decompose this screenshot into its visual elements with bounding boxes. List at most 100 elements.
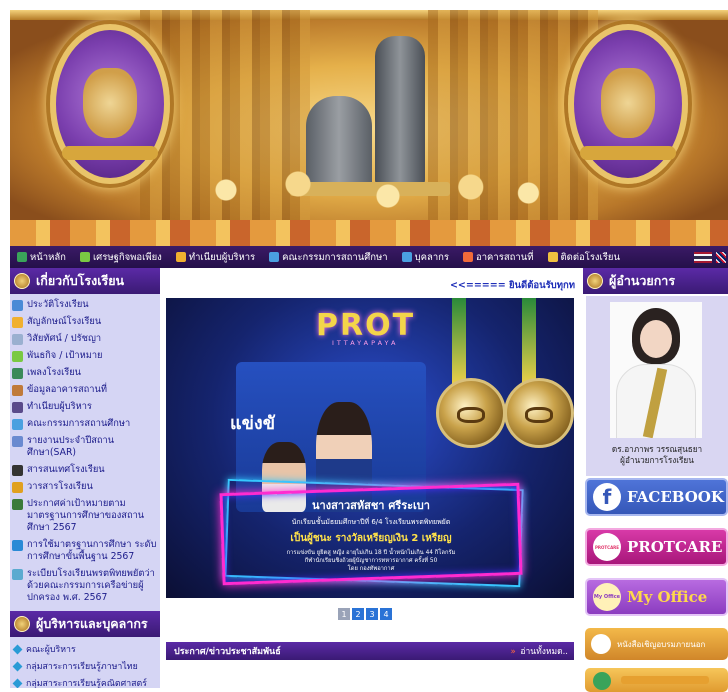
director-header: ผู้อำนวยการ <box>583 268 728 294</box>
more-link-button[interactable] <box>585 668 728 692</box>
nav-home[interactable]: หน้าหลัก <box>10 246 73 268</box>
sidebar-item-label: ประวัติโรงเรียน <box>27 299 89 310</box>
journal-icon <box>12 482 23 493</box>
page-button-3[interactable]: 3 <box>366 608 378 620</box>
director-photo <box>610 302 702 438</box>
banner-top-frame <box>10 10 728 20</box>
facebook-label: FACEBOOK <box>627 488 724 506</box>
left-sidebar: เกี่ยวกับโรงเรียน ประวัติโรงเรียน สัญลัก… <box>10 268 160 688</box>
sidebar-item-vision[interactable]: วิสัยทัศน์ / ปรัชญา <box>12 331 158 348</box>
sidebar-item-journal[interactable]: วารสารโรงเรียน <box>12 479 158 496</box>
sidebar-item-info[interactable]: สารสนเทศโรงเรียน <box>12 462 158 479</box>
emblem-icon <box>14 273 30 289</box>
student-name: นางสาวสหัสชา ศรีระเบา <box>312 499 430 512</box>
eye-icon <box>12 334 23 345</box>
logo-text: PROT <box>316 308 416 343</box>
student-class: นักเรียนชั้นมัธยมศึกษาปีที่ 6/4 โรงเรียน… <box>291 518 451 526</box>
diamond-bullet-icon <box>12 661 23 671</box>
people-icon <box>401 252 412 262</box>
nav-contact[interactable]: ติดต่อโรงเรียน <box>541 246 627 268</box>
facebook-button[interactable]: f FACEBOOK <box>585 478 728 516</box>
sidebar-item-label: สัญลักษณ์โรงเรียน <box>27 316 102 327</box>
thai-flag-icon[interactable] <box>694 251 712 263</box>
staff-item-math[interactable]: กลุ่มสาระการเรียนรู้คณิตศาสตร์ <box>12 674 158 688</box>
award-detail-line: โดย กองทัพอากาศ <box>347 566 395 572</box>
sidebar-item-label: สารสนเทศโรงเรียน <box>27 464 105 475</box>
protcare-button[interactable]: PROTCARE PROTCARE <box>585 528 728 566</box>
news-slideshow[interactable]: PROT ITTAYAPAYA แข่งขั นางสาวสหัสชา ศรีร… <box>166 298 574 598</box>
sidebar-item-label: รายงานประจำปีสถานศึกษา(SAR) <box>27 435 115 458</box>
nav-buildings[interactable]: อาคารสถานที่ <box>456 246 540 268</box>
announce-icon <box>12 499 23 510</box>
staff-item-executives[interactable]: คณะผู้บริหาร <box>12 640 158 657</box>
sidebar-item-school-song[interactable]: เพลงโรงเรียน <box>12 365 158 382</box>
sidebar-item-label: วารสารโรงเรียน <box>27 481 93 492</box>
invite-label: หนังสือเชิญอบรมภายนอก <box>617 639 706 649</box>
document-icon <box>591 634 611 654</box>
photo-text: แข่งขั <box>230 413 275 434</box>
read-all-link[interactable]: » อ่านทั้งหมด.. <box>511 644 568 658</box>
sidebar-item-parent-network-rule[interactable]: ระเบียบโรงเรียนพรตพิทยพยัตว่าด้วยคณะกรรม… <box>12 566 158 607</box>
staff-item-thai[interactable]: กลุ่มสาระการเรียนรู้ภาษาไทย <box>12 657 158 674</box>
sidebar-item-sar[interactable]: รายงานประจำปีสถานศึกษา(SAR) <box>12 433 158 462</box>
rule-icon <box>12 569 23 580</box>
nav-label: อาคารสถานที่ <box>476 251 534 263</box>
sidebar-item-label: วิสัยทัศน์ / ปรัชญา <box>27 333 102 344</box>
award-detail-line: การแข่งขัน ยูยิตสู หญิง อายุไม่เกิน 18 ป… <box>286 550 456 556</box>
building-icon <box>12 385 23 396</box>
director-card: ดร.อาภาพร วรรณสุนธยา ผู้อำนวยการโรงเรียน <box>586 296 728 476</box>
staff-item-label: กลุ่มสาระการเรียนรู้คณิตศาสตร์ <box>26 679 147 688</box>
slideshow-pager: 1 2 3 4 <box>338 608 392 620</box>
download-icon <box>593 672 611 690</box>
sidebar-item-symbols[interactable]: สัญลักษณ์โรงเรียน <box>12 314 158 331</box>
staff-item-label: คณะผู้บริหาร <box>26 645 76 655</box>
sidebar-item-label: ระเบียบโรงเรียนพรตพิทยพยัตว่าด้วยคณะกรรม… <box>27 568 155 603</box>
sidebar-item-mission[interactable]: พันธกิจ / เป้าหมาย <box>12 348 158 365</box>
flower-decoration <box>190 160 550 220</box>
nav-executives[interactable]: ทำเนียบผู้บริหาร <box>169 246 262 268</box>
director-caption: ดร.อาภาพร วรรณสุนธยา ผู้อำนวยการโรงเรียน <box>586 444 728 466</box>
sidebar-item-buildings[interactable]: ข้อมูลอาคารสถานที่ <box>12 382 158 399</box>
page-button-1[interactable]: 1 <box>338 608 350 620</box>
slide-caption: นางสาวสหัสชา ศรีระเบา นักเรียนชั้นมัธยมศ… <box>226 496 516 573</box>
music-icon <box>12 368 23 379</box>
main-navigation: หน้าหลัก เศรษฐกิจพอเพียง ทำเนียบผู้บริหา… <box>10 246 728 268</box>
home-icon <box>17 252 27 262</box>
nav-personnel[interactable]: บุคลากร <box>395 246 456 268</box>
medal-icon <box>504 378 574 448</box>
sidebar-item-education-standard[interactable]: การใช้มาตรฐานการศึกษา ระดับการศึกษาขั้นพ… <box>12 537 158 566</box>
banner-bottom-ornament <box>10 220 728 246</box>
ribbon-icon <box>580 146 676 160</box>
page-button-2[interactable]: 2 <box>352 608 364 620</box>
uk-flag-icon[interactable] <box>716 251 726 263</box>
emblem-icon <box>587 273 603 289</box>
sidebar-item-label: พันธกิจ / เป้าหมาย <box>27 350 103 361</box>
medal-icon <box>436 378 506 448</box>
myoffice-button[interactable]: My Office My Office <box>585 578 728 616</box>
medal-ribbon <box>452 298 466 388</box>
nav-label: ทำเนียบผู้บริหาร <box>188 251 256 263</box>
sidebar-item-history[interactable]: ประวัติโรงเรียน <box>12 297 158 314</box>
sidebar-item-board[interactable]: คณะกรรมการสถานศึกษา <box>12 416 158 433</box>
director-role: ผู้อำนวยการโรงเรียน <box>620 455 694 465</box>
emblem-icon <box>14 616 30 632</box>
sidebar-item-target-announcement[interactable]: ประกาศค่าเป้าหมายตามมาตรฐานการศึกษาของสถ… <box>12 496 158 537</box>
book-icon <box>12 300 23 311</box>
crest-icon <box>83 68 137 138</box>
protcare-label: PROTCARE <box>627 538 723 556</box>
header-banner <box>10 10 728 246</box>
external-training-invite-button[interactable]: หนังสือเชิญอบรมภายนอก <box>585 628 728 660</box>
welcome-marquee: <<===== ยินดีต้อนรับทุกท <box>449 280 575 291</box>
section-title: ผู้บริหารและบุคลากร <box>36 616 148 631</box>
nav-school-board[interactable]: คณะกรรมการสถานศึกษา <box>262 246 394 268</box>
page-button-4[interactable]: 4 <box>380 608 392 620</box>
nav-sufficiency-economy[interactable]: เศรษฐกิจพอเพียง <box>73 246 169 268</box>
sidebar-item-label: ทำเนียบผู้บริหาร <box>27 401 92 412</box>
person-icon <box>175 252 186 262</box>
medal-ribbon <box>522 298 536 388</box>
sidebar-item-executives[interactable]: ทำเนียบผู้บริหาร <box>12 399 158 416</box>
nav-label: คณะกรรมการสถานศึกษา <box>282 251 388 263</box>
nav-label: บุคลากร <box>414 251 450 263</box>
diamond-bullet-icon <box>12 678 23 688</box>
nav-label: หน้าหลัก <box>30 251 66 263</box>
